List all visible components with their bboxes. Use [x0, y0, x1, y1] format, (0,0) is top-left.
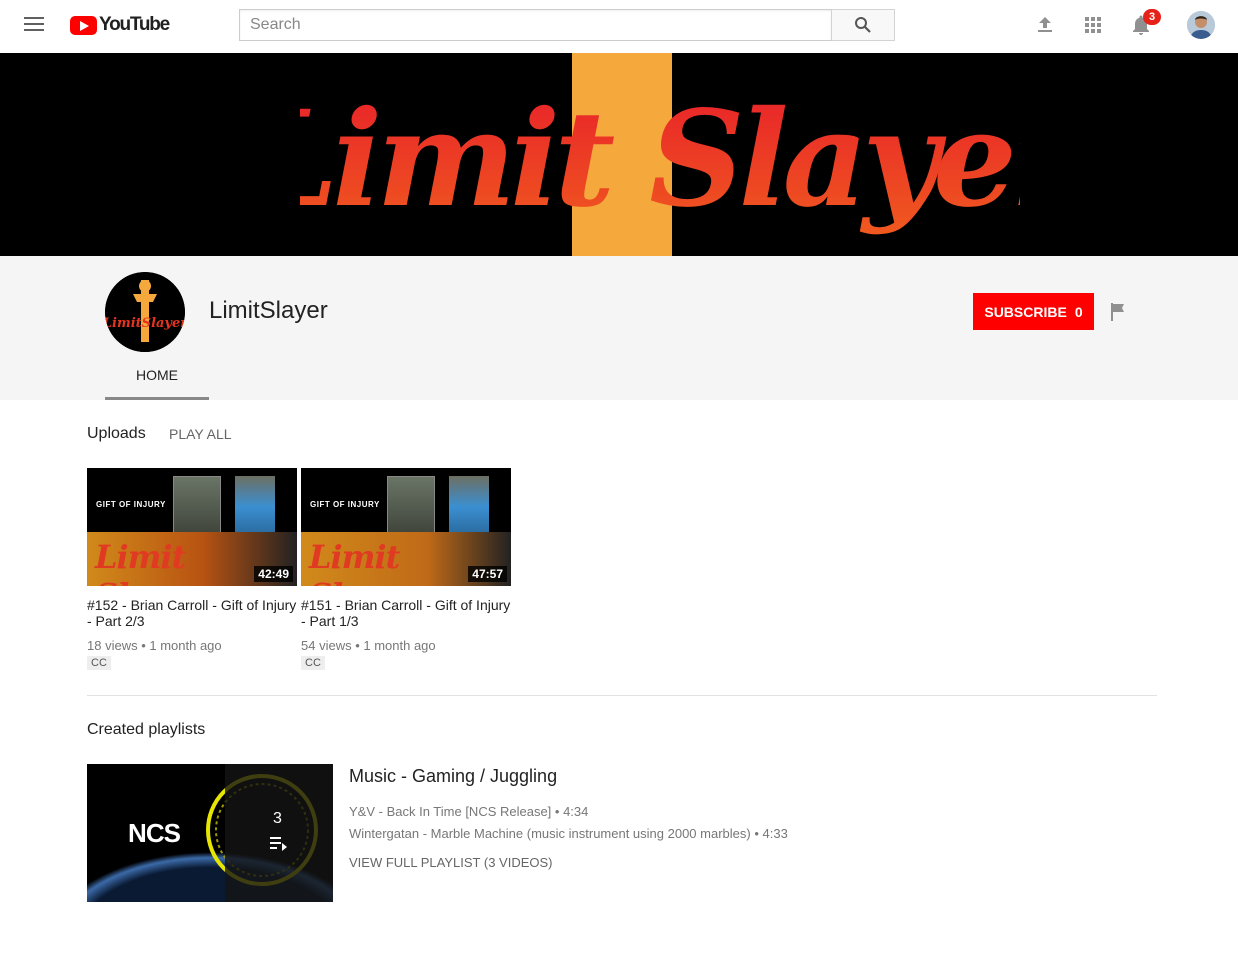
video-views: 18 views	[87, 638, 138, 653]
video-duration: 47:57	[468, 566, 507, 582]
video-card[interactable]: GIFT OF INJURY Limit Slayer 47:57 #151 -…	[301, 468, 511, 671]
cc-badge: CC	[301, 656, 325, 670]
thumbnail-person-image	[235, 476, 275, 532]
playlist-entry: Wintergatan - Marble Machine (music inst…	[349, 826, 788, 841]
playlist-entry-link[interactable]: Y&V - Back In Time [NCS Release]	[349, 804, 551, 819]
channel-name: LimitSlayer	[209, 297, 328, 324]
playlist-entry-duration: 4:33	[762, 826, 788, 841]
notification-badge: 3	[1143, 9, 1161, 25]
playlist-video-count: 3	[273, 810, 282, 827]
youtube-logo[interactable]: YouTube	[70, 14, 170, 36]
playlist-entry: Y&V - Back In Time [NCS Release] • 4:34	[349, 804, 589, 819]
channel-avatar-logo-icon: LimitSlayer	[105, 272, 185, 352]
playlists-title: Created playlists	[87, 721, 206, 738]
playlist-entry-duration: 4:34	[563, 804, 589, 819]
apps-grid-icon[interactable]	[1081, 13, 1105, 37]
video-age: 1 month ago	[149, 638, 222, 653]
playlist-icon	[270, 837, 287, 851]
video-card[interactable]: GIFT OF INJURY Limit Slayer 42:49 #152 -…	[87, 468, 297, 671]
subscriber-count: 0	[1074, 303, 1083, 320]
upload-icon[interactable]	[1033, 13, 1057, 37]
thumbnail-person-image	[173, 476, 221, 540]
banner-logo-text: Limit Slayer	[300, 82, 1020, 237]
playlist-entry-link[interactable]: Wintergatan - Marble Machine (music inst…	[349, 826, 751, 841]
thumbnail-heading: GIFT OF INJURY	[310, 500, 380, 509]
uploads-title[interactable]: Uploads	[87, 425, 146, 443]
masthead: YouTube 3	[0, 0, 1238, 53]
cc-badge: CC	[87, 656, 111, 670]
search-button[interactable]	[831, 9, 895, 41]
playlist-title[interactable]: Music - Gaming / Juggling	[349, 766, 557, 787]
search-input[interactable]	[239, 9, 831, 41]
section-divider	[87, 695, 1157, 696]
search-bar	[239, 9, 895, 41]
video-thumbnail[interactable]: GIFT OF INJURY Limit Slayer 42:49	[87, 468, 297, 586]
subscribe-label: SUBSCRIBE	[984, 303, 1067, 320]
ncs-logo: NCS	[128, 818, 181, 848]
video-meta: 18 views • 1 month ago	[87, 638, 222, 653]
video-meta: 54 views • 1 month ago	[301, 638, 436, 653]
video-views: 54 views	[301, 638, 352, 653]
video-thumbnail[interactable]: GIFT OF INJURY Limit Slayer 47:57	[301, 468, 511, 586]
search-icon	[855, 17, 871, 33]
flag-icon[interactable]	[1109, 302, 1127, 322]
video-title[interactable]: #152 - Brian Carroll - Gift of Injury - …	[87, 597, 297, 629]
youtube-logo-text: YouTube	[99, 14, 170, 35]
view-full-playlist-link[interactable]: VIEW FULL PLAYLIST (3 VIDEOS)	[349, 855, 553, 870]
user-avatar-icon	[1187, 11, 1215, 39]
video-duration: 42:49	[254, 566, 293, 582]
playlist-count-overlay	[225, 764, 333, 902]
video-age: 1 month ago	[363, 638, 436, 653]
tab-home[interactable]: HOME	[105, 356, 209, 400]
play-all-button[interactable]: PLAY ALL	[169, 426, 232, 442]
video-title[interactable]: #151 - Brian Carroll - Gift of Injury - …	[301, 597, 511, 629]
menu-icon[interactable]	[24, 17, 44, 33]
channel-header: LimitSlayer LimitSlayer SUBSCRIBE 0 HOME	[0, 256, 1238, 400]
banner-logo: Limit Slayer	[300, 82, 1020, 237]
channel-avatar[interactable]: LimitSlayer	[105, 272, 185, 352]
subscribe-button[interactable]: SUBSCRIBE 0	[973, 293, 1094, 330]
thumbnail-person-image	[387, 476, 435, 540]
thumbnail-heading: GIFT OF INJURY	[96, 500, 166, 509]
youtube-play-icon	[70, 15, 97, 35]
channel-banner: Limit Slayer	[0, 53, 1238, 256]
playlist-thumbnail[interactable]: NCS 3	[87, 764, 333, 902]
avatar[interactable]	[1187, 11, 1215, 39]
svg-text:LimitSlayer: LimitSlayer	[105, 316, 185, 331]
thumbnail-person-image	[449, 476, 489, 532]
